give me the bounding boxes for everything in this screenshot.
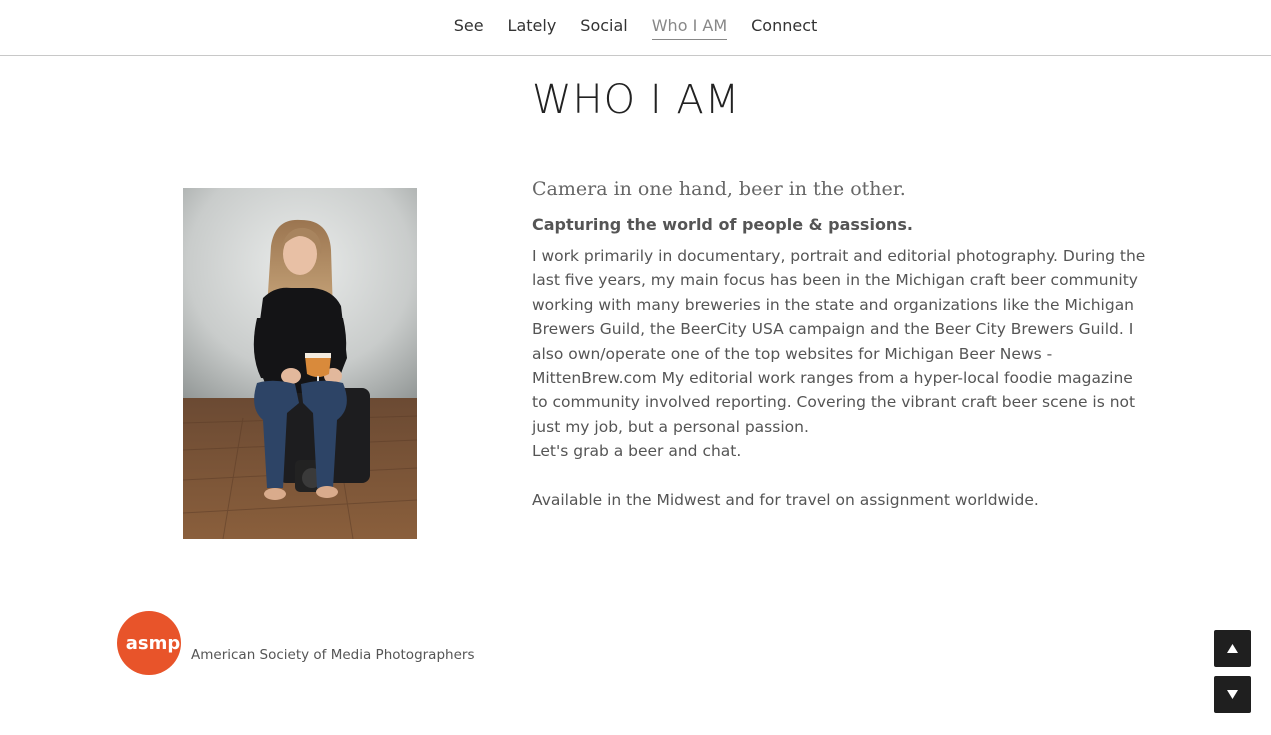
- triangle-up-icon: [1227, 644, 1238, 653]
- nav-item-connect[interactable]: Connect: [739, 15, 829, 37]
- availability-line: Available in the Midwest and for travel …: [532, 491, 1039, 510]
- asmp-logo-text: asmp: [126, 633, 181, 654]
- portrait-photo: [183, 188, 417, 539]
- subheading: Capturing the world of people & passions…: [532, 215, 913, 234]
- bio-paragraph: I work primarily in documentary, portrai…: [532, 247, 1146, 436]
- nav-list: See Lately Social Who I AM Connect: [0, 15, 1271, 40]
- triangle-down-icon: [1227, 690, 1238, 699]
- scroll-down-button[interactable]: [1214, 676, 1251, 713]
- asmp-name: American Society of Media Photographers: [191, 647, 475, 663]
- page-title: WHO I AM: [532, 77, 741, 123]
- tagline: Camera in one hand, beer in the other.: [532, 178, 906, 200]
- nav-item-lately[interactable]: Lately: [496, 15, 569, 37]
- nav-item-see[interactable]: See: [442, 15, 496, 37]
- nav-item-social[interactable]: Social: [568, 15, 639, 37]
- nav-item-who-i-am[interactable]: Who I AM: [640, 15, 739, 40]
- bio-text: I work primarily in documentary, portrai…: [532, 244, 1152, 512]
- asmp-logo[interactable]: asmp American Society of Media Photograp…: [117, 611, 497, 677]
- scroll-up-button[interactable]: [1214, 630, 1251, 667]
- asmp-logo-icon: asmp: [117, 611, 181, 675]
- top-navigation: See Lately Social Who I AM Connect: [0, 0, 1271, 56]
- bio-closing-line: Let's grab a beer and chat.: [532, 442, 742, 461]
